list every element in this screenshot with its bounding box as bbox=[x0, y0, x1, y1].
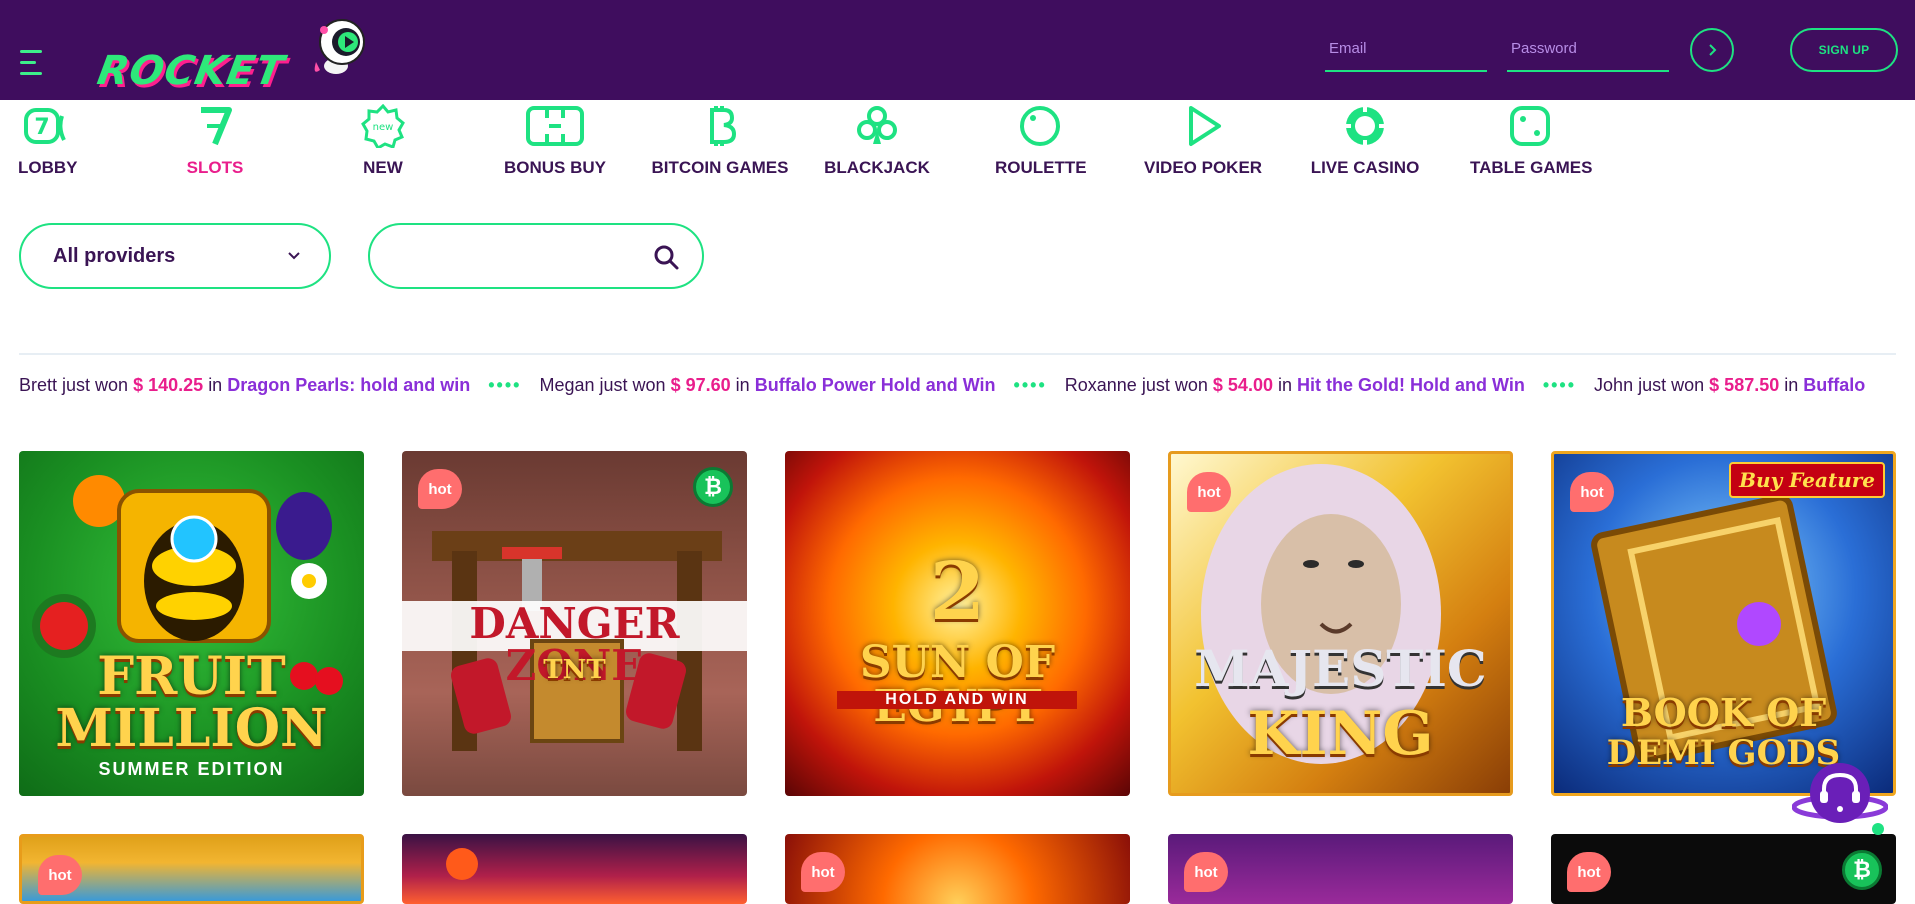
chevron-down-icon bbox=[288, 252, 300, 260]
svg-text:new: new bbox=[373, 122, 394, 133]
game-title: MILLION bbox=[55, 698, 328, 759]
password-field[interactable] bbox=[1507, 32, 1669, 72]
category-label: LIVE CASINO bbox=[1310, 158, 1420, 177]
category-bitcoin-games[interactable]: BITCOIN GAMES bbox=[649, 104, 791, 184]
hot-badge: hot bbox=[801, 852, 845, 892]
game-title: MAJESTIC bbox=[1194, 639, 1487, 698]
category-label: BONUS BUY bbox=[503, 158, 606, 177]
ticker-separator: •••• bbox=[1542, 375, 1577, 395]
hot-badge: hot bbox=[38, 855, 82, 895]
win-item: Megan just won $ 97.60 in Buffalo Power … bbox=[539, 375, 996, 395]
menu-icon[interactable] bbox=[20, 50, 42, 76]
category-label: NEW bbox=[363, 158, 403, 177]
logo-text: ROCKET bbox=[93, 48, 288, 94]
ticker-separator: •••• bbox=[1013, 375, 1047, 395]
search-input[interactable] bbox=[394, 241, 634, 273]
bitcoin-badge-icon: ₿ bbox=[1842, 850, 1882, 890]
category-label: ROULETTE bbox=[995, 158, 1087, 177]
slots-7-icon bbox=[201, 107, 232, 146]
site-logo[interactable]: ROCKET bbox=[94, 18, 368, 94]
buy-feature-badge: Buy Feature bbox=[1729, 462, 1885, 498]
game-subtitle: SUMMER EDITION bbox=[98, 759, 285, 779]
scarab-icon bbox=[446, 848, 478, 880]
category-live-casino[interactable]: LIVE CASINO bbox=[1310, 104, 1420, 184]
win-game-link[interactable]: Hit the Gold! Hold and Win bbox=[1297, 375, 1525, 395]
game-title: FRUIT bbox=[97, 646, 286, 707]
game-subtitle: HOLD AND WIN bbox=[837, 691, 1077, 709]
lobby-7-icon: 7 bbox=[24, 108, 66, 144]
game-title: SUN OF EGYPT bbox=[859, 637, 1056, 729]
login-submit-button[interactable] bbox=[1690, 28, 1734, 72]
category-new[interactable]: new NEW bbox=[353, 104, 413, 184]
play-icon bbox=[1189, 106, 1221, 146]
new-badge-icon: new bbox=[361, 104, 405, 148]
hot-badge: hot bbox=[1184, 852, 1228, 892]
providers-dropdown[interactable]: All providers bbox=[19, 223, 331, 289]
game-title: BOOK OF bbox=[1620, 690, 1827, 735]
search-box[interactable] bbox=[368, 223, 704, 289]
category-label: BLACKJACK bbox=[824, 158, 930, 177]
bitcoin-badge-icon: ₿ bbox=[693, 467, 733, 507]
hot-badge: hot bbox=[1187, 472, 1231, 512]
game-tile[interactable]: hot bbox=[19, 834, 364, 904]
email-field[interactable] bbox=[1325, 32, 1487, 72]
game-tile-fruit-million[interactable]: FRUIT MILLION SUMMER EDITION bbox=[19, 451, 364, 796]
providers-selected: All providers bbox=[53, 244, 176, 267]
win-item: Brett just won $ 140.25 in Dragon Pearls… bbox=[19, 375, 471, 395]
game-tile[interactable]: hot ₿ bbox=[1551, 834, 1896, 904]
game-tile-book-of-demi-gods[interactable]: Buy Feature BOOK OF DEMI GODS hot bbox=[1551, 451, 1896, 796]
game-title: TNT bbox=[543, 655, 606, 685]
category-label: SLOTS bbox=[186, 158, 244, 177]
bonus-buy-icon bbox=[526, 106, 584, 146]
win-game-link[interactable]: Dragon Pearls: hold and win bbox=[227, 375, 470, 395]
ticker-separator: •••• bbox=[488, 375, 522, 395]
search-icon[interactable] bbox=[652, 243, 680, 271]
chip-icon bbox=[1345, 106, 1385, 146]
game-tile[interactable] bbox=[402, 834, 747, 904]
password-input[interactable] bbox=[1507, 32, 1669, 64]
category-label: LOBBY bbox=[18, 158, 78, 177]
dice-icon bbox=[1510, 106, 1550, 146]
recent-wins-ticker: Brett just won $ 140.25 in Dragon Pearls… bbox=[19, 375, 1896, 401]
category-label: BITCOIN GAMES bbox=[651, 158, 789, 177]
hot-badge: hot bbox=[418, 469, 462, 509]
category-label: TABLE GAMES bbox=[1470, 158, 1593, 177]
category-video-poker[interactable]: VIDEO POKER bbox=[1144, 104, 1262, 184]
win-game-link[interactable]: Buffalo bbox=[1803, 375, 1865, 395]
svg-text:7: 7 bbox=[34, 115, 49, 140]
game-tile-sun-of-egypt-2[interactable]: 2 SUN OF EGYPT HOLD AND WIN bbox=[785, 451, 1130, 796]
chevron-right-icon bbox=[1709, 44, 1717, 56]
support-chat-icon[interactable] bbox=[1792, 755, 1888, 835]
category-table-games[interactable]: TABLE GAMES bbox=[1470, 104, 1593, 184]
category-slots[interactable]: SLOTS bbox=[185, 104, 245, 184]
win-game-link[interactable]: Buffalo Power Hold and Win bbox=[755, 375, 996, 395]
game-title: 2 bbox=[929, 544, 986, 638]
signup-button[interactable]: SIGN UP bbox=[1790, 28, 1898, 72]
email-input[interactable] bbox=[1325, 32, 1487, 64]
astronaut-icon bbox=[314, 19, 365, 74]
top-header: ROCKET SIGN UP bbox=[0, 0, 1915, 100]
game-tile-majestic-king[interactable]: MAJESTIC KING hot bbox=[1168, 451, 1513, 796]
game-tile-danger-zone[interactable]: DANGER ZONE TNT hot ₿ bbox=[402, 451, 747, 796]
win-item: John just won $ 587.50 in Buffalo bbox=[1594, 375, 1866, 395]
category-lobby[interactable]: 7 LOBBY bbox=[18, 104, 78, 184]
hot-badge: hot bbox=[1567, 852, 1611, 892]
category-label: VIDEO POKER bbox=[1144, 158, 1263, 177]
game-tile[interactable]: hot bbox=[1168, 834, 1513, 904]
win-item: Roxanne just won $ 54.00 in Hit the Gold… bbox=[1064, 375, 1525, 395]
category-blackjack[interactable]: BLACKJACK bbox=[824, 104, 930, 184]
category-bonus-buy[interactable]: BONUS BUY bbox=[500, 104, 610, 184]
game-title: KING bbox=[1247, 699, 1434, 769]
hot-badge: hot bbox=[1570, 472, 1614, 512]
category-roulette[interactable]: ROULETTE bbox=[995, 104, 1087, 184]
roulette-icon bbox=[1020, 106, 1060, 146]
game-tile[interactable]: hot bbox=[785, 834, 1130, 904]
club-icon bbox=[857, 106, 897, 144]
bitcoin-icon bbox=[710, 106, 737, 146]
divider bbox=[19, 353, 1896, 355]
